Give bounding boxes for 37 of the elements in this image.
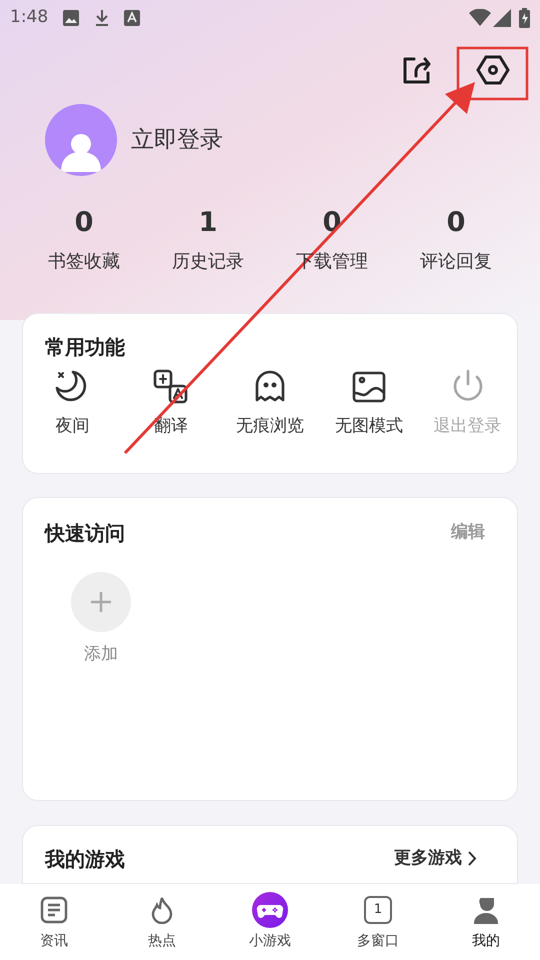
add-label: 添加 [84, 643, 118, 666]
card-title: 常用功能 [45, 334, 126, 361]
stat-count: 0 [74, 206, 94, 240]
nav-tab[interactable]: 热点 [108, 892, 216, 952]
plus-icon [90, 591, 112, 613]
flame-icon [150, 896, 174, 924]
stat-count: 0 [446, 206, 466, 240]
card-title: 快速访问 [45, 520, 125, 547]
card-title: 我的游戏 [45, 846, 125, 873]
translate-icon [152, 368, 190, 406]
function-button[interactable]: 夜间 [23, 368, 122, 440]
signal-icon [493, 9, 511, 27]
nav-tab[interactable]: 小游戏 [216, 892, 324, 952]
nav-tab[interactable]: 1 多窗口 [324, 892, 432, 952]
document-icon [40, 896, 68, 924]
download-icon [94, 9, 110, 27]
gamepad-icon [252, 892, 288, 928]
function-button[interactable]: 无痕浏览 [220, 368, 320, 440]
stat-count: 1 [198, 206, 218, 240]
stat-label[interactable]: 历史记录 [172, 248, 244, 275]
battery-icon [519, 8, 530, 28]
status-time: 1:48 [10, 6, 48, 30]
login-link[interactable]: 立即登录 [131, 122, 223, 158]
nav-tab[interactable]: 资讯 [0, 892, 108, 952]
wifi-icon [469, 9, 491, 27]
settings-icon[interactable] [476, 53, 510, 87]
nav-tab[interactable]: 我的 [432, 892, 540, 952]
more-games-link[interactable]: 更多游戏 [394, 844, 495, 872]
highlight-box [456, 46, 528, 100]
font-icon [124, 10, 140, 26]
stat-label[interactable]: 评论回复 [420, 248, 492, 275]
window-count-icon: 1 [364, 896, 392, 924]
chevron-right-icon [468, 851, 477, 866]
image-icon [62, 9, 80, 27]
person-icon [472, 896, 500, 924]
stat-label[interactable]: 书签收藏 [48, 248, 120, 275]
function-button[interactable]: 无图模式 [319, 368, 418, 440]
